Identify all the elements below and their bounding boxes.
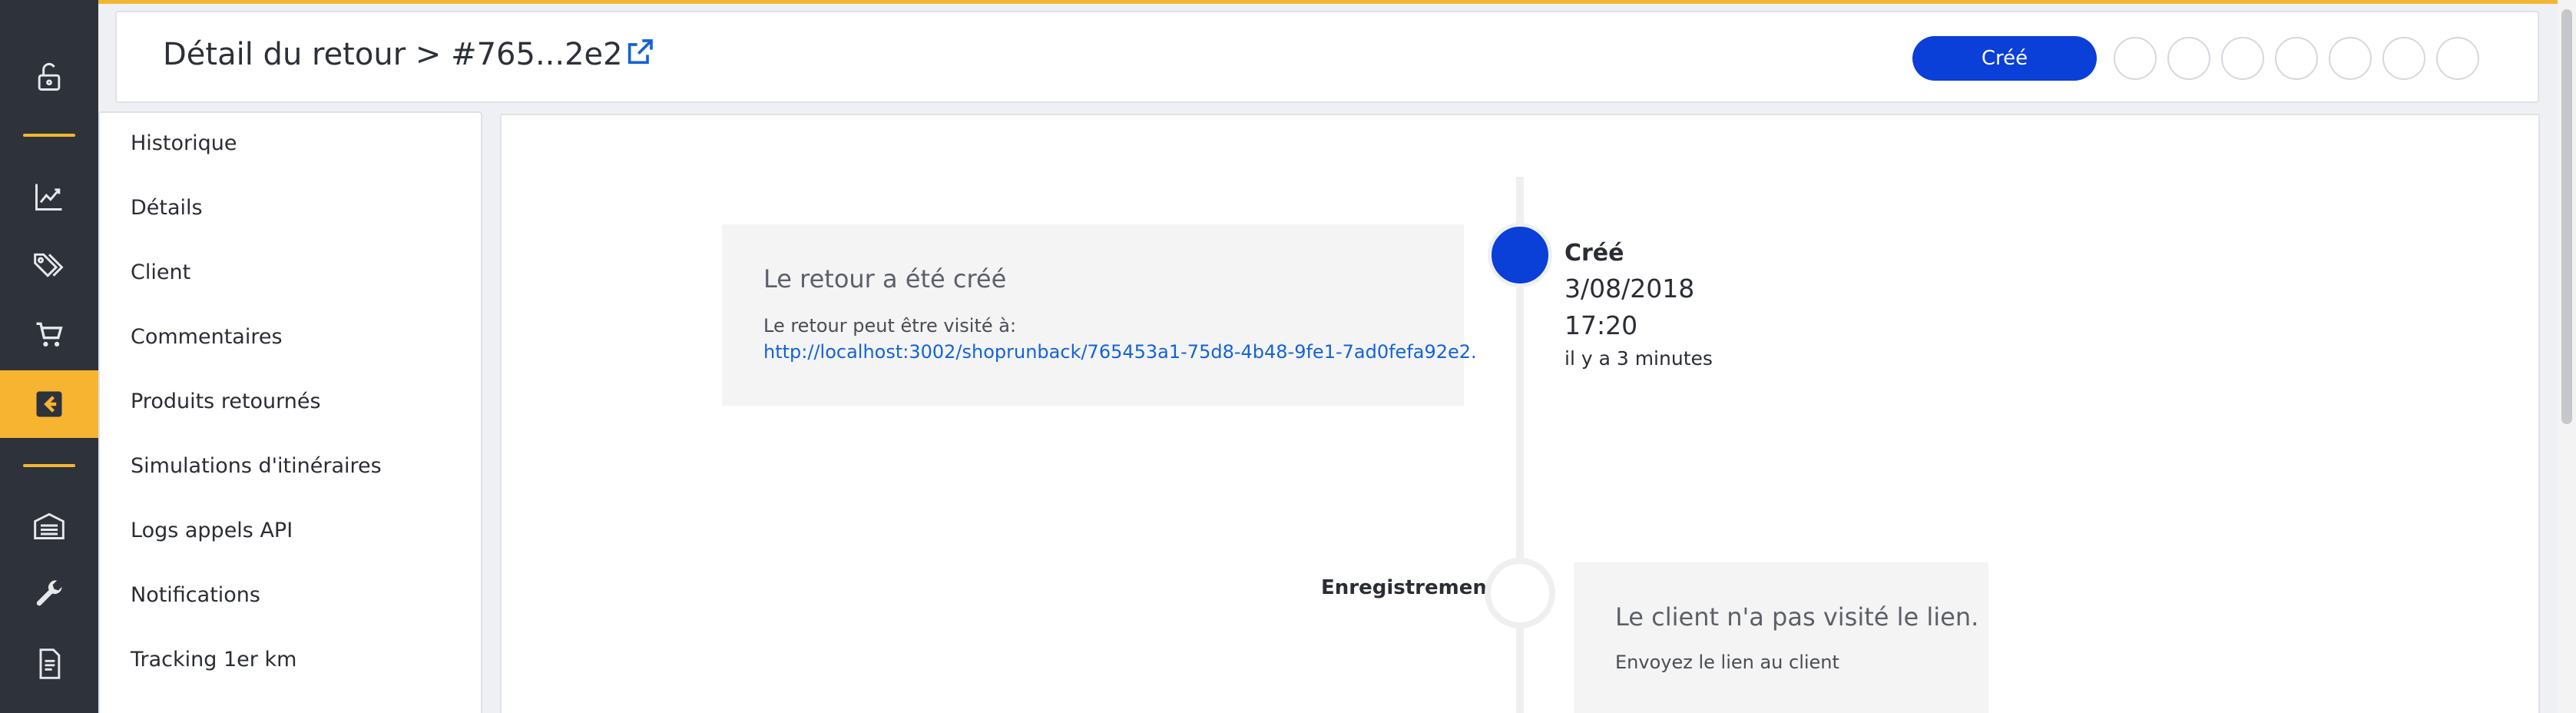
left-navigation	[0, 0, 98, 713]
created-card-text: Le retour peut être visité à:	[763, 315, 1017, 337]
menu-item-tracking[interactable]: Tracking 1er km	[131, 648, 296, 672]
registration-card-text: Envoyez le lien au client	[1615, 652, 1839, 673]
created-event-date: 3/08/2018	[1564, 274, 1695, 303]
created-event-time: 17:20	[1564, 310, 1638, 340]
status-step-pending[interactable]	[2221, 37, 2264, 80]
registration-event-card: Le client n'a pas visité le lien. Envoye…	[1574, 562, 1988, 713]
document-icon[interactable]	[0, 630, 98, 698]
status-step-pending[interactable]	[2382, 37, 2425, 80]
menu-item-produits-retournes[interactable]: Produits retournés	[131, 390, 321, 413]
created-event-title: Créé	[1564, 240, 1624, 267]
lock-open-icon[interactable]	[0, 43, 98, 111]
scrollbar-thumb[interactable]	[2561, 9, 2572, 424]
wrench-icon[interactable]	[0, 561, 98, 628]
menu-item-client[interactable]: Client	[131, 260, 190, 284]
warehouse-icon[interactable]	[0, 492, 98, 559]
registration-card-title: Le client n'a pas visité le lien.	[1615, 602, 1979, 632]
status-step-current[interactable]: Créé	[1912, 36, 2097, 81]
menu-item-historique[interactable]: Historique	[131, 131, 237, 155]
timeline-node-created	[1488, 223, 1552, 287]
status-stepper: Créé	[1912, 35, 2479, 81]
registration-event-label: Enregistrement	[1321, 576, 1497, 599]
status-step-pending[interactable]	[2114, 37, 2157, 80]
menu-item-simulations[interactable]: Simulations d'itinéraires	[131, 454, 382, 478]
created-event-ago: il y a 3 minutes	[1564, 347, 1713, 370]
status-step-pending[interactable]	[2436, 37, 2479, 80]
timeline-node-registration	[1485, 558, 1555, 628]
status-step-pending[interactable]	[2275, 37, 2318, 80]
menu-item-logs-api[interactable]: Logs appels API	[131, 519, 293, 542]
return-arrow-icon[interactable]	[0, 370, 98, 438]
created-card-title: Le retour a été créé	[763, 264, 1007, 293]
page-title-text: Détail du retour > #765...2e2	[163, 37, 623, 72]
history-timeline-panel: Le retour a été créé Le retour peut être…	[500, 114, 2540, 713]
top-accent-bar	[0, 0, 2576, 4]
menu-item-notifications[interactable]: Notifications	[131, 583, 260, 607]
chart-line-icon[interactable]	[0, 163, 98, 230]
status-step-pending[interactable]	[2329, 37, 2372, 80]
return-link[interactable]: http://localhost:3002/shoprunback/765453…	[763, 341, 1477, 363]
nav-separator	[23, 464, 75, 467]
section-menu: Historique Détails Client Commentaires P…	[98, 111, 482, 713]
nav-separator	[23, 134, 75, 137]
status-step-pending[interactable]	[2167, 37, 2210, 80]
created-event-card: Le retour a été créé Le retour peut être…	[722, 224, 1477, 406]
page-header: Détail du retour > #765...2e2 Créé	[115, 11, 2539, 103]
tags-icon[interactable]	[0, 232, 98, 300]
cart-icon[interactable]	[0, 301, 98, 369]
page-scrollbar[interactable]	[2558, 0, 2576, 713]
page-title: Détail du retour > #765...2e2	[163, 37, 655, 75]
menu-item-details[interactable]: Détails	[131, 196, 203, 220]
external-link-icon[interactable]	[624, 37, 655, 75]
menu-item-commentaires[interactable]: Commentaires	[131, 325, 283, 349]
